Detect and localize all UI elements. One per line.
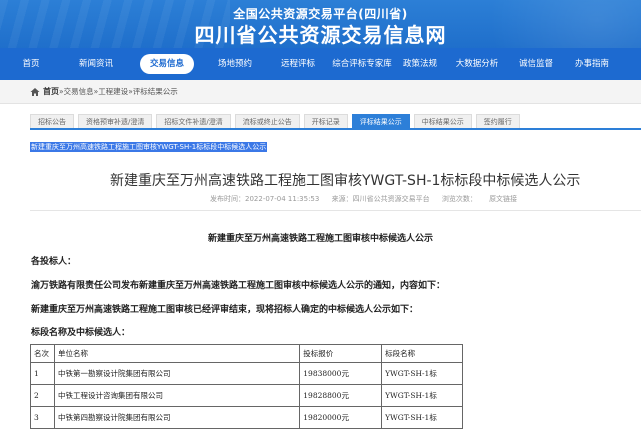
tab-bid-opening[interactable]: 开标记录 bbox=[303, 114, 348, 128]
article-source: 来源：四川省公共资源交易平台 bbox=[331, 195, 430, 203]
tab-prequal-addendum[interactable]: 资格预审补遗/澄清 bbox=[78, 114, 153, 128]
main-nav: 首页 新闻资讯 交易信息 场地预约 远程评标 综合评标专家库 政策法规 大数据分… bbox=[0, 48, 641, 80]
notice-heading: 新建重庆至万州高速铁路工程施工图审核中标候选人公示 bbox=[207, 234, 433, 244]
site-title[interactable]: 四川省公共资源交易信息网 bbox=[0, 19, 641, 48]
selected-notice-link[interactable]: 新建重庆至万州高速铁路工程施工图审核YWGT-SH-1标标段中标候选人公示 bbox=[30, 142, 268, 152]
nav-item-guide[interactable]: 办事指南 bbox=[564, 54, 620, 74]
notice-greeting: 各投标人： bbox=[31, 257, 77, 267]
notice-paragraph-3: 标段名称及中标候选人： bbox=[31, 328, 131, 338]
table-header-row: 名次 单位名称 投标报价 标段名称 bbox=[30, 344, 463, 363]
notice-paragraph-1: 渝万铁路有限责任公司发布新建重庆至万州高速铁路工程施工图审核中标候选人公示的通知… bbox=[31, 281, 446, 291]
tab-tender-doc-addendum[interactable]: 招标文件补遗/澄清 bbox=[156, 114, 231, 128]
table-row: 2 中铁工程设计咨询集团有限公司 19828800元 YWGT-SH-1标 bbox=[30, 384, 463, 407]
nav-item-home[interactable]: 首页 bbox=[0, 54, 62, 74]
article-title: 新建重庆至万州高速铁路工程施工图审核YWGT-SH-1标标段中标候选人公示 bbox=[110, 173, 581, 189]
table-row: 1 中铁第一勘察设计院集团有限公司 19838000元 YWGT-SH-1标 bbox=[30, 362, 463, 385]
article-meta: 发布时间：2022-07-04 11:35:53 来源：四川省公共资源交易平台 … bbox=[210, 194, 527, 204]
price-cell: 19820000元 bbox=[299, 406, 383, 429]
breadcrumb-trading[interactable]: 交易信息 bbox=[64, 86, 94, 97]
rank-cell: 1 bbox=[30, 362, 55, 385]
nav-item-trading[interactable]: 交易信息 bbox=[139, 54, 194, 74]
breadcrumb-construction[interactable]: 工程建设 bbox=[98, 86, 128, 97]
company-cell: 中铁第一勘察设计院集团有限公司 bbox=[53, 362, 301, 385]
nav-item-big-data[interactable]: 大数据分析 bbox=[446, 54, 508, 74]
view-count: 浏览次数： bbox=[441, 195, 477, 203]
rank-cell: 2 bbox=[30, 384, 55, 407]
section-cell: YWGT-SH-1标 bbox=[381, 406, 463, 429]
nav-item-policy[interactable]: 政策法规 bbox=[394, 54, 446, 74]
sub-tabs: 招标公告 资格预审补遗/澄清 招标文件补遗/澄清 流标或终止公告 开标记录 评标… bbox=[30, 112, 641, 130]
tab-failed-tender[interactable]: 流标或终止公告 bbox=[234, 114, 300, 128]
price-cell: 19838000元 bbox=[299, 362, 383, 385]
tab-tender-notice[interactable]: 招标公告 bbox=[30, 114, 74, 128]
rank-cell: 3 bbox=[30, 406, 55, 429]
nav-item-news[interactable]: 新闻资讯 bbox=[62, 54, 130, 74]
tab-award-results[interactable]: 中标结果公示 bbox=[413, 114, 472, 128]
page: 全国公共资源交易平台(四川省) 四川省公共资源交易信息网 首页 新闻资讯 交易信… bbox=[0, 0, 641, 443]
site-header: 全国公共资源交易平台(四川省) 四川省公共资源交易信息网 bbox=[0, 0, 641, 48]
col-section-header: 标段名称 bbox=[381, 344, 463, 363]
nav-item-venue-booking[interactable]: 场地预约 bbox=[204, 54, 266, 74]
breadcrumb: 首页 » 交易信息 » 工程建设 » 评标结果公示 bbox=[0, 80, 641, 104]
publish-time: 发布时间：2022-07-04 11:35:53 bbox=[210, 195, 320, 203]
nav-item-trading-wrap: 交易信息 bbox=[130, 54, 204, 74]
nav-item-credit[interactable]: 诚信监督 bbox=[508, 54, 564, 74]
section-cell: YWGT-SH-1标 bbox=[381, 384, 463, 407]
candidate-table: 名次 单位名称 投标报价 标段名称 1 中铁第一勘察设计院集团有限公司 1983… bbox=[30, 344, 463, 429]
company-cell: 中铁第四勘察设计院集团有限公司 bbox=[53, 406, 301, 429]
nav-item-remote-evaluation[interactable]: 远程评标 bbox=[266, 54, 330, 74]
company-cell: 中铁工程设计咨询集团有限公司 bbox=[53, 384, 301, 407]
col-rank-header: 名次 bbox=[30, 344, 55, 363]
nav-item-expert-pool[interactable]: 综合评标专家库 bbox=[330, 54, 394, 74]
divider bbox=[30, 210, 641, 211]
home-icon bbox=[30, 87, 40, 96]
notice-paragraph-2: 新建重庆至万州高速铁路工程施工图审核已经评审结束，现将招标人确定的中标候选人公示… bbox=[31, 305, 419, 315]
original-link[interactable]: 原文链接 bbox=[489, 195, 517, 203]
col-company-header: 单位名称 bbox=[53, 344, 301, 363]
section-cell: YWGT-SH-1标 bbox=[381, 362, 463, 385]
tab-contract[interactable]: 签约履行 bbox=[475, 114, 520, 128]
price-cell: 19828800元 bbox=[299, 384, 383, 407]
col-price-header: 投标报价 bbox=[299, 344, 383, 363]
breadcrumb-current[interactable]: 评标结果公示 bbox=[133, 86, 178, 97]
tab-evaluation-results[interactable]: 评标结果公示 bbox=[351, 114, 410, 128]
table-row: 3 中铁第四勘察设计院集团有限公司 19820000元 YWGT-SH-1标 bbox=[30, 406, 463, 429]
breadcrumb-home[interactable]: 首页 bbox=[43, 86, 59, 97]
